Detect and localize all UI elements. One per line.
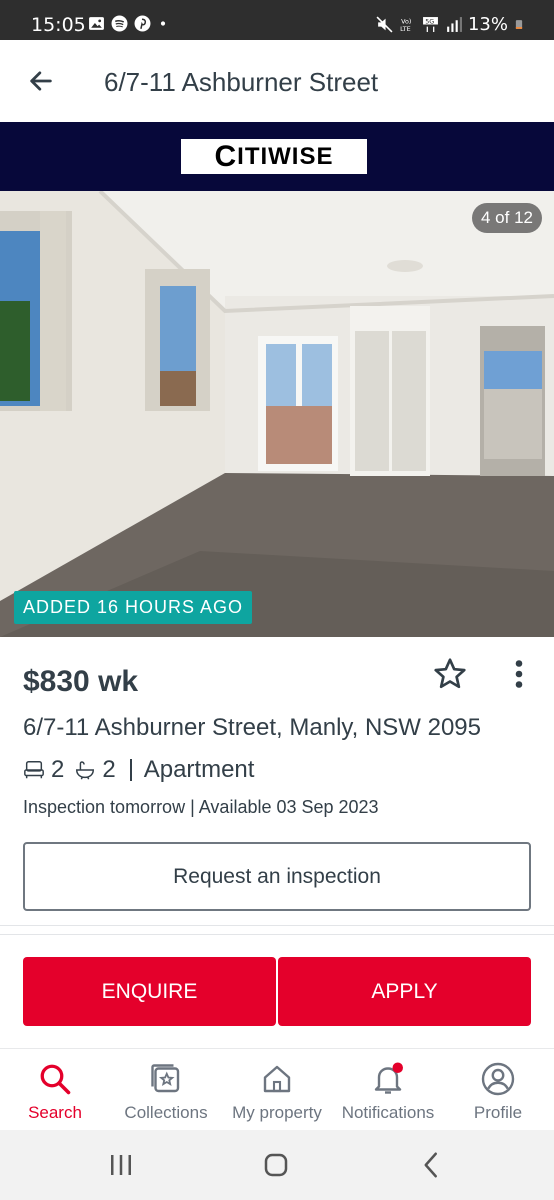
- spotify-icon: [111, 15, 128, 32]
- bath-icon: [76, 761, 95, 780]
- agency-logo: C ITIWISE: [181, 139, 367, 174]
- home-button-icon[interactable]: [261, 1150, 291, 1180]
- bell-icon: [374, 1062, 403, 1094]
- bathroom-count: 2: [102, 756, 116, 783]
- divider: [0, 934, 554, 935]
- request-inspection-button[interactable]: Request an inspection: [23, 842, 531, 911]
- listing-address: 6/7-11 Ashburner Street, Manly, NSW 2095: [23, 714, 482, 741]
- nav-item-profile[interactable]: Profile: [462, 1049, 534, 1131]
- agency-logo-rest: ITIWISE: [237, 142, 334, 170]
- collections-icon: [151, 1064, 180, 1093]
- nav-item-collections[interactable]: Collections: [116, 1049, 216, 1131]
- bed-icon: [24, 761, 44, 779]
- property-photo[interactable]: 4 of 12 ADDED 16 HOURS AGO: [0, 191, 554, 637]
- recents-icon[interactable]: [106, 1150, 136, 1180]
- agency-banner[interactable]: C ITIWISE: [0, 122, 554, 191]
- photo-counter: 4 of 12: [472, 203, 542, 233]
- star-icon[interactable]: [432, 656, 468, 692]
- svg-text:LTE: LTE: [400, 25, 411, 33]
- property-type: Apartment: [143, 756, 255, 783]
- nav-item-search[interactable]: Search: [19, 1049, 91, 1131]
- property-features: 2 2 Apartment: [23, 755, 254, 785]
- apply-button[interactable]: APPLY: [278, 957, 531, 1026]
- back-nav-icon[interactable]: [417, 1150, 447, 1180]
- dot-icon: [160, 21, 166, 26]
- status-right: Vo) LTE 5G 13%: [376, 14, 524, 35]
- pinterest-icon: [134, 15, 151, 32]
- mute-icon: [376, 16, 393, 33]
- page-title: 6/7-11 Ashburner Street: [104, 67, 379, 97]
- svg-text:5G: 5G: [425, 17, 434, 25]
- profile-icon: [481, 1062, 515, 1096]
- bedroom-count: 2: [51, 756, 65, 783]
- battery-percent: 13%: [467, 14, 508, 35]
- divider: [0, 925, 554, 926]
- status-left-icons: [88, 15, 169, 32]
- nav-label-my-property: My property: [232, 1103, 322, 1122]
- feature-separator: [129, 759, 132, 781]
- enquire-button[interactable]: ENQUIRE: [23, 957, 276, 1026]
- status-bar: 15:05 Vo) LTE 5G 13%: [0, 0, 554, 40]
- volte-icon: Vo)LTE: [400, 17, 411, 33]
- nav-label-notifications: Notifications: [341, 1103, 435, 1122]
- back-button[interactable]: [22, 62, 60, 100]
- agency-logo-first: C: [214, 139, 238, 173]
- nav-item-my-property[interactable]: My property: [225, 1049, 329, 1131]
- nav-item-notifications[interactable]: Notifications: [336, 1049, 440, 1131]
- added-badge: ADDED 16 HOURS AGO: [14, 591, 253, 624]
- back-arrow-icon: [30, 71, 52, 91]
- gallery-icon: [89, 17, 104, 30]
- inspection-info: Inspection tomorrow | Available 03 Sep 2…: [23, 797, 379, 817]
- signal-icon: [447, 17, 462, 32]
- 5g-icon: 5G: [423, 17, 438, 32]
- home-icon: [263, 1065, 291, 1093]
- room-illustration: [0, 191, 554, 637]
- nav-label-search: Search: [28, 1103, 82, 1122]
- status-time: 15:05: [31, 14, 86, 36]
- nav-label-collections: Collections: [124, 1103, 208, 1122]
- system-nav-bar: [0, 1130, 554, 1200]
- nav-label-profile: Profile: [473, 1103, 523, 1122]
- bottom-nav: Search Collections My property Notificat…: [0, 1048, 554, 1130]
- search-icon: [40, 1064, 71, 1095]
- app-header: 6/7-11 Ashburner Street: [0, 40, 554, 122]
- battery-icon: [515, 20, 523, 29]
- listing-price: $830 wk: [23, 665, 139, 698]
- more-options-icon[interactable]: [508, 656, 530, 692]
